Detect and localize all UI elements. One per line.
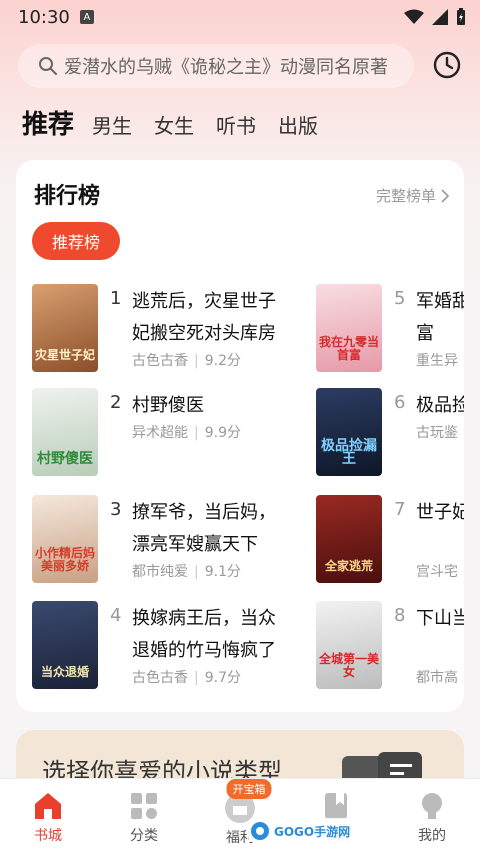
book-cover: 当众退婚 (32, 601, 98, 689)
bookshelf-icon (325, 793, 347, 819)
history-clock-icon[interactable] (432, 50, 462, 80)
book-item[interactable]: 小作精后妈美丽多娇 3 撩军爷，当后妈，漂亮军嫂赢天下 都市纯爱 | 9.1分 (32, 495, 332, 585)
watermark-text: GOGO手游网 (274, 824, 351, 839)
book-cover: 全家逃荒 (316, 495, 382, 583)
rank-number: 6 (394, 392, 406, 413)
search-icon (39, 57, 57, 75)
book-cover: 我在九零当首富 (316, 284, 382, 372)
nav-label: 分类 (130, 828, 158, 844)
rank-number: 3 (110, 499, 122, 520)
book-meta: 宫斗宅 (416, 564, 458, 580)
ranking-title: 排行榜 (34, 184, 101, 209)
tab-publish[interactable]: 出版 (278, 110, 318, 139)
rank-number: 4 (110, 605, 122, 626)
book-meta: 重生异 (416, 353, 458, 369)
book-item[interactable]: 我在九零当首富 5 军婚甜宠九零当首富 重生异 (316, 284, 464, 374)
battery-icon (457, 8, 465, 25)
nav-label: 我的 (418, 828, 446, 844)
rank-number: 7 (394, 499, 406, 520)
book-cover: 灾星世子妃 (32, 284, 98, 372)
book-title: 撩军爷，当后妈，漂亮军嫂赢天下 (132, 502, 276, 555)
bookstore-icon (35, 793, 61, 819)
rank-number: 1 (110, 288, 122, 309)
status-icons (404, 8, 466, 26)
book-item[interactable]: 全城第一美女 8 下山当一美女 都市高 (316, 601, 464, 691)
rank-number: 5 (394, 288, 406, 309)
book-meta: 古玩鉴 (416, 425, 458, 441)
book-title: 世子妃全家逃荒 (416, 502, 464, 523)
nav-label: 书城 (34, 828, 62, 844)
book-title: 极品捡漏王 (416, 395, 464, 416)
signal-icon (432, 9, 448, 25)
profile-icon (422, 793, 442, 819)
open-treasure-badge[interactable]: 开宝箱 (226, 779, 272, 799)
nav-category[interactable]: 分类 (96, 779, 192, 852)
nav-bookstore[interactable]: 书城 (0, 779, 96, 852)
watermark-logo-icon (251, 822, 269, 840)
rank-number: 8 (394, 605, 406, 626)
book-meta: 都市纯爱 | 9.1分 (132, 564, 241, 580)
tab-male[interactable]: 男生 (92, 110, 132, 139)
book-meta: 异术超能 | 9.9分 (132, 425, 241, 441)
book-title: 军婚甜宠九零当首富 (416, 291, 464, 344)
notification-icon: A (79, 10, 94, 24)
book-meta: 都市高 (416, 670, 458, 686)
book-item[interactable]: 村野傻医 2 村野傻医 异术超能 | 9.9分 (32, 388, 332, 478)
nav-profile[interactable]: 我的 (384, 779, 480, 852)
book-cover: 村野傻医 (32, 388, 98, 476)
recommend-ranking-pill[interactable]: 推荐榜 (32, 222, 120, 260)
book-title: 逃荒后，灾星世子妃搬空死对头库房 (132, 291, 276, 344)
full-ranking-link[interactable]: 完整榜单 (376, 185, 450, 206)
tab-female[interactable]: 女生 (154, 110, 194, 139)
wifi-icon (404, 9, 424, 24)
status-time: 10:30 (18, 6, 70, 28)
book-cover: 极品捡漏王 (316, 388, 382, 476)
book-cover: 小作精后妈美丽多娇 (32, 495, 98, 583)
tab-recommend[interactable]: 推荐 (22, 104, 74, 141)
book-title: 换嫁病王后，当众退婚的竹马悔疯了 (132, 608, 276, 661)
search-placeholder: 爱潜水的乌贼《诡秘之主》动漫同名原著 (64, 57, 388, 78)
book-item[interactable]: 当众退婚 4 换嫁病王后，当众退婚的竹马悔疯了 古色古香 | 9.7分 (32, 601, 332, 691)
search-input[interactable]: 爱潜水的乌贼《诡秘之主》动漫同名原著 (18, 44, 414, 88)
book-meta: 古色古香 | 9.2分 (132, 353, 241, 369)
site-watermark: GOGO手游网 (246, 818, 374, 844)
category-icon (131, 793, 157, 819)
book-meta: 古色古香 | 9.7分 (132, 670, 241, 686)
book-item[interactable]: 极品捡漏王 6 极品捡漏王 古玩鉴 (316, 388, 464, 478)
channel-tabs: 推荐 男生 女生 听书 出版 (22, 104, 340, 141)
book-item[interactable]: 全家逃荒 7 世子妃全家逃荒 宫斗宅 (316, 495, 464, 585)
ranking-card: 排行榜 完整榜单 推荐榜 灾星世子妃 1 逃荒后，灾星世子妃搬空死对头库房 古色… (16, 160, 464, 712)
rank-number: 2 (110, 392, 122, 413)
tab-audio[interactable]: 听书 (216, 110, 256, 139)
bottom-nav: 书城 分类 开宝箱 福利 书架 我的 (0, 778, 480, 852)
book-cover: 全城第一美女 (316, 601, 382, 689)
status-bar: 10:30 A (0, 0, 480, 34)
chevron-right-icon (441, 188, 450, 203)
book-item[interactable]: 灾星世子妃 1 逃荒后，灾星世子妃搬空死对头库房 古色古香 | 9.2分 (32, 284, 332, 374)
book-title: 村野傻医 (132, 395, 204, 416)
full-ranking-label: 完整榜单 (375, 187, 436, 205)
book-title: 下山当一美女 (416, 608, 464, 629)
